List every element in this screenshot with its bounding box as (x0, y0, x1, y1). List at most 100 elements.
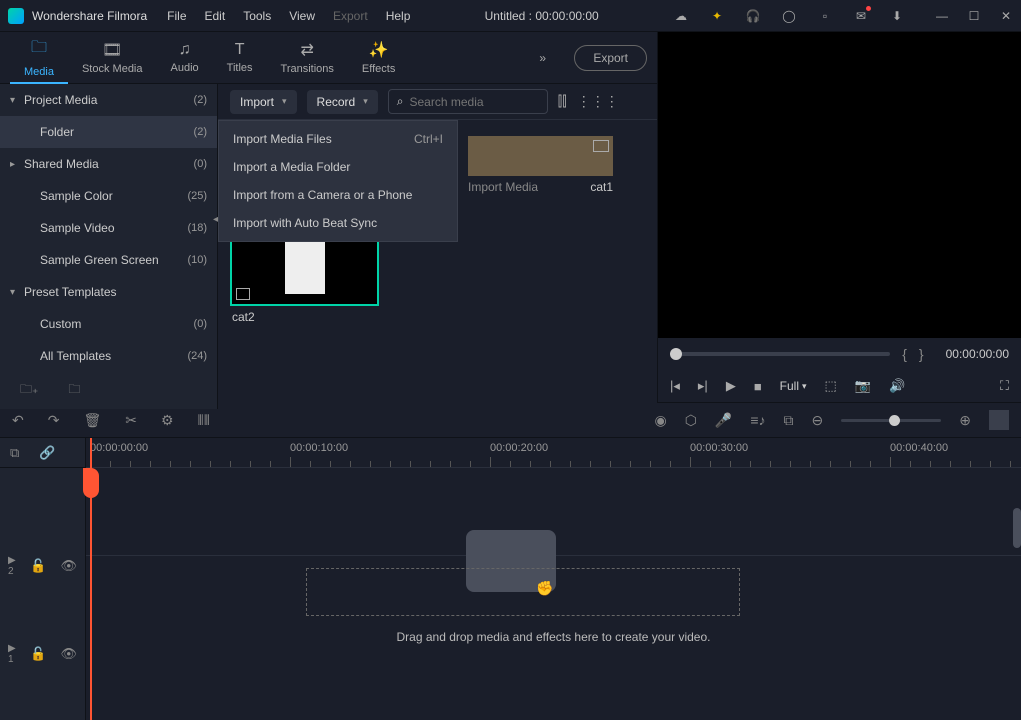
sidebar-item-sample-video[interactable]: Sample Video (18) (0, 212, 217, 244)
snapshot-icon[interactable]: 📷 (855, 378, 871, 394)
import-media-folder-item[interactable]: Import a Media Folder (219, 153, 457, 181)
close-button[interactable]: ✕ (999, 9, 1013, 23)
marker-icon[interactable]: ⬡ (685, 412, 697, 429)
sidebar-item-all-templates[interactable]: All Templates (24) (0, 340, 217, 372)
tab-stock-media[interactable]: 🎞 Stock Media (68, 36, 157, 79)
import-camera-phone-item[interactable]: Import from a Camera or a Phone (219, 181, 457, 209)
new-folder-icon[interactable]: 🗀₊ (20, 380, 38, 401)
import-dropdown-button[interactable]: Import ▾ (230, 90, 297, 114)
tab-titles[interactable]: T Titles (213, 37, 267, 78)
sidebar-item-preset-templates[interactable]: ▾ Preset Templates (0, 276, 217, 308)
menu-export[interactable]: Export (333, 9, 368, 23)
ruler-tick: 00:00:00:00 (90, 442, 148, 454)
play-button[interactable]: ▶ (726, 378, 736, 394)
link-icon[interactable]: 🔗 (39, 445, 55, 461)
search-input[interactable] (410, 95, 565, 109)
menu-item-label: Import a Media Folder (233, 160, 350, 174)
fullscreen-icon[interactable]: ⛶ (1000, 378, 1009, 394)
sidebar-item-folder[interactable]: Folder (2) (0, 116, 217, 148)
import-media-files-item[interactable]: Import Media Files Ctrl+I (219, 125, 457, 153)
search-media-field[interactable]: ⌕ (388, 89, 548, 114)
tab-audio[interactable]: ♫ Audio (157, 37, 213, 78)
playhead-handle-icon[interactable] (83, 468, 99, 498)
message-icon[interactable]: ✉ (853, 8, 869, 24)
minimize-button[interactable]: — (935, 9, 949, 23)
voiceover-icon[interactable]: 🎤 (715, 412, 732, 429)
scrubber-knob[interactable] (670, 348, 682, 360)
save-icon[interactable]: ▫ (817, 8, 833, 24)
audio-wave-icon[interactable]: ⦀⦀ (198, 412, 210, 429)
track-header-v2[interactable]: ▶ 2 🔓 👁 (0, 522, 85, 610)
sidebar-item-project-media[interactable]: ▾ Project Media (2) (0, 84, 217, 116)
sidebar-item-shared-media[interactable]: ▸ Shared Media (0) (0, 148, 217, 180)
sidebar-count: (2) (194, 126, 207, 138)
menu-file[interactable]: File (167, 9, 186, 23)
app-name: Wondershare Filmora (32, 9, 147, 23)
stop-button[interactable]: ■ (754, 379, 762, 394)
add-to-timeline-icon[interactable] (236, 288, 250, 300)
tab-transitions[interactable]: ⇄ Transitions (267, 36, 348, 79)
mark-in-button[interactable]: { (902, 346, 907, 362)
timeline-tracks-area[interactable]: 00:00:00:00 00:00:10:00 00:00:20:00 00:0… (86, 438, 1021, 720)
tab-media[interactable]: 🗀 Media (10, 32, 68, 84)
display-settings-icon[interactable]: ⬚ (825, 378, 837, 394)
headset-icon[interactable]: 🎧 (745, 8, 761, 24)
prev-frame-button[interactable]: |◂ (670, 378, 680, 394)
account-icon[interactable]: ◯ (781, 8, 797, 24)
delete-button[interactable]: 🗑 (83, 412, 101, 429)
folder-icon[interactable]: 🗀 (68, 380, 80, 401)
export-button[interactable]: Export (574, 45, 647, 71)
media-item-cat1[interactable]: Import Media cat1 (468, 136, 613, 194)
preview-scrubber[interactable] (670, 352, 890, 356)
menu-help[interactable]: Help (386, 9, 411, 23)
track-header-v1[interactable]: ▶ 1 🔓 👁 (0, 610, 85, 698)
app-logo-icon (8, 8, 24, 24)
zoom-fit-button[interactable] (989, 410, 1009, 430)
timeline-drop-zone[interactable] (306, 568, 740, 616)
sidebar-label: Preset Templates (24, 285, 207, 299)
next-frame-button[interactable]: ▸| (698, 378, 708, 394)
record-dropdown-button[interactable]: Record ▾ (307, 90, 378, 114)
redo-button[interactable]: ↷ (48, 412, 60, 429)
undo-button[interactable]: ↶ (12, 412, 24, 429)
eye-icon[interactable]: 👁 (60, 558, 77, 574)
zoom-in-button[interactable]: ⊕ (959, 412, 971, 429)
tab-transitions-label: Transitions (281, 63, 334, 75)
lock-icon[interactable]: 🔓 (30, 646, 46, 662)
render-preview-icon[interactable]: ◉ (654, 412, 666, 429)
filter-icon[interactable]: ⫿⫿ (558, 93, 567, 110)
timeline-ruler[interactable]: 00:00:00:00 00:00:10:00 00:00:20:00 00:0… (86, 438, 1021, 468)
sidebar-item-sample-color[interactable]: Sample Color (25) (0, 180, 217, 212)
grid-view-icon[interactable]: ⋮⋮⋮ (577, 93, 619, 110)
menu-item-label: Import with Auto Beat Sync (233, 216, 377, 230)
chevron-down-icon: ▾ (10, 95, 24, 106)
eye-icon[interactable]: 👁 (60, 646, 77, 662)
tab-effects[interactable]: ✨ Effects (348, 36, 409, 79)
menu-edit[interactable]: Edit (205, 9, 226, 23)
adjust-icon[interactable]: ⚙ (161, 412, 174, 429)
track-manage-icon[interactable]: ⧉ (10, 445, 19, 461)
audio-mixer-icon[interactable]: ≡♪ (750, 412, 765, 428)
sparkle-icon[interactable]: ✦ (709, 8, 725, 24)
volume-icon[interactable]: 🔊 (889, 378, 905, 394)
more-tabs-icon[interactable]: » (539, 51, 559, 65)
playhead[interactable] (90, 438, 92, 720)
zoom-slider[interactable] (841, 419, 941, 422)
mark-out-button[interactable]: } (919, 346, 924, 362)
cloud-icon[interactable]: ☁ (673, 8, 689, 24)
preview-canvas[interactable] (658, 32, 1021, 338)
menu-view[interactable]: View (289, 9, 315, 23)
split-button[interactable]: ✂ (125, 412, 137, 429)
sidebar-item-sample-green-screen[interactable]: Sample Green Screen (10) (0, 244, 217, 276)
vertical-scrollbar[interactable] (1013, 508, 1021, 548)
lock-icon[interactable]: 🔓 (30, 558, 46, 574)
import-auto-beat-sync-item[interactable]: Import with Auto Beat Sync (219, 209, 457, 237)
zoom-slider-knob[interactable] (889, 415, 900, 426)
sidebar-item-custom[interactable]: Custom (0) (0, 308, 217, 340)
download-icon[interactable]: ⬇ (889, 8, 905, 24)
zoom-out-button[interactable]: ⊖ (812, 412, 824, 429)
preview-quality-dropdown[interactable]: Full ▾ (780, 379, 807, 393)
crop-icon[interactable]: ⧉ (784, 412, 794, 429)
maximize-button[interactable]: ☐ (967, 9, 981, 23)
menu-tools[interactable]: Tools (243, 9, 271, 23)
